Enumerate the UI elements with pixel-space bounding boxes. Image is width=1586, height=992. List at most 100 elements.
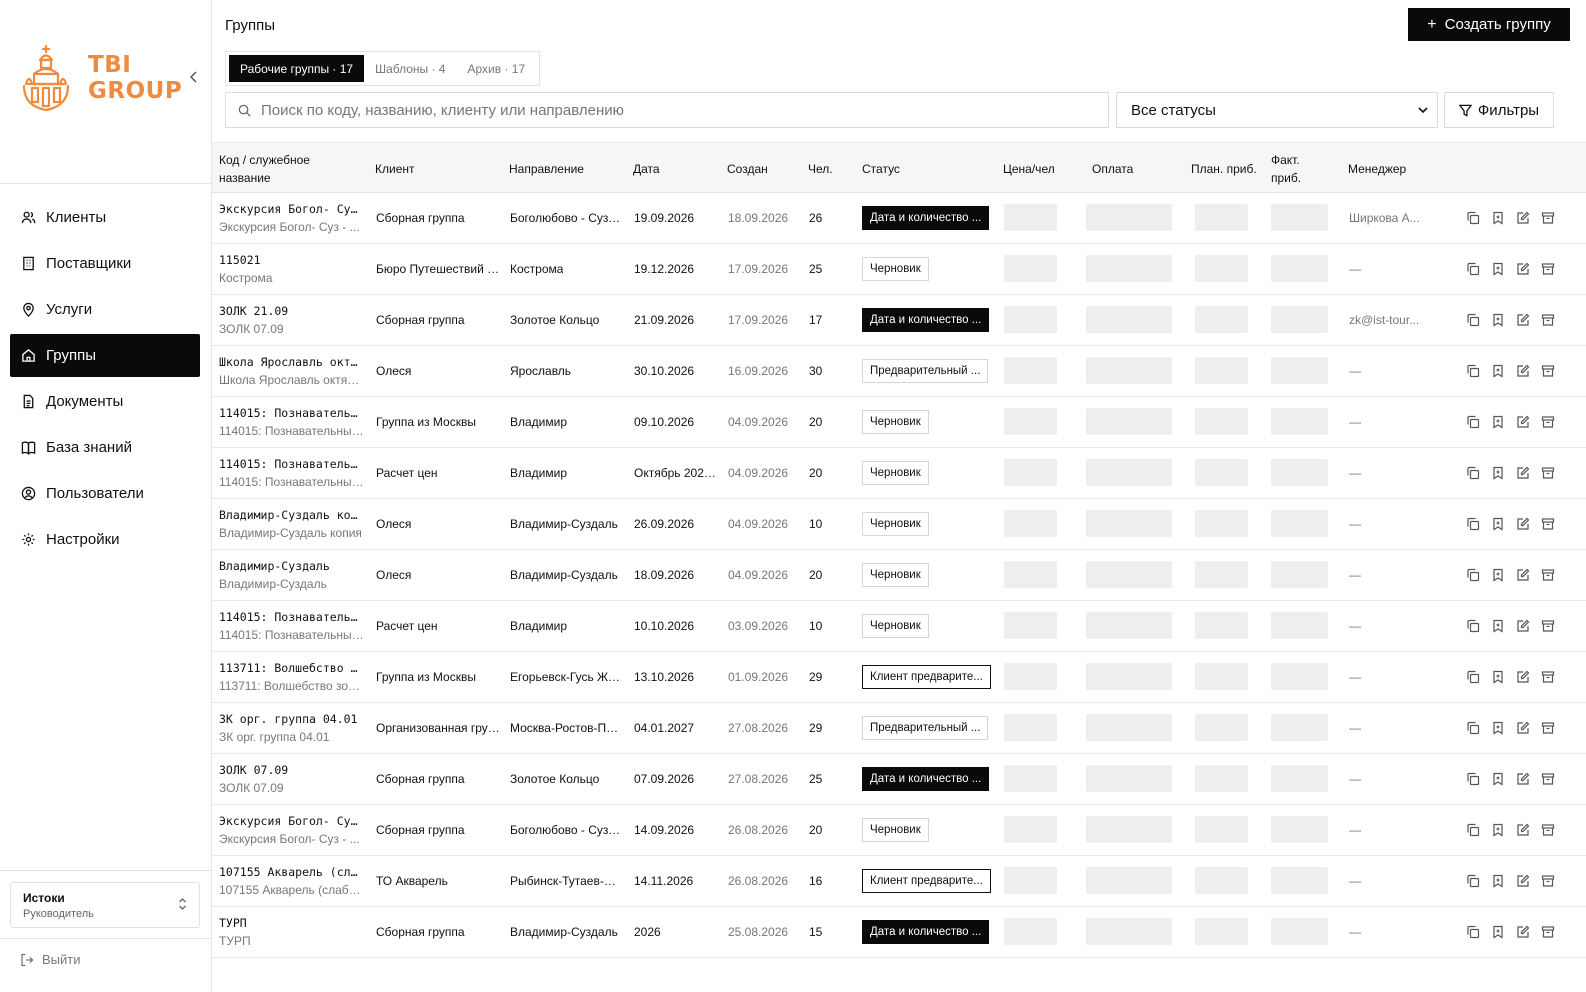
sidebar-item-suppliers[interactable]: Поставщики: [10, 242, 200, 285]
status-filter-select[interactable]: Все статусы: [1116, 92, 1438, 128]
archive-icon[interactable]: [1541, 262, 1555, 276]
copy-icon[interactable]: [1466, 517, 1480, 531]
copy-icon[interactable]: [1466, 823, 1480, 837]
sidebar-item-groups[interactable]: Группы: [10, 334, 200, 377]
status-badge[interactable]: Клиент предварите...: [862, 665, 991, 689]
save-template-icon[interactable]: [1491, 466, 1505, 480]
status-badge[interactable]: Дата и количество ...: [862, 206, 990, 230]
column-header-plan-profit[interactable]: План. приб.: [1191, 143, 1257, 194]
save-template-icon[interactable]: [1491, 670, 1505, 684]
save-template-icon[interactable]: [1491, 772, 1505, 786]
archive-icon[interactable]: [1541, 211, 1555, 225]
sidebar-item-knowledge-base[interactable]: База знаний: [10, 426, 200, 469]
save-template-icon[interactable]: [1491, 925, 1505, 939]
column-header-date[interactable]: Дата: [633, 143, 660, 194]
table-row[interactable]: ЗК орг. группа 04.01 ЗК орг. группа 04.0…: [212, 703, 1586, 754]
table-row[interactable]: ЗОЛК 07.09 ЗОЛК 07.09 Сборная группа Зол…: [212, 754, 1586, 805]
edit-icon[interactable]: [1516, 721, 1530, 735]
edit-icon[interactable]: [1516, 925, 1530, 939]
status-badge[interactable]: Клиент предварите...: [862, 869, 991, 893]
copy-icon[interactable]: [1466, 772, 1480, 786]
save-template-icon[interactable]: [1491, 211, 1505, 225]
status-badge[interactable]: Черновик: [862, 512, 929, 536]
save-template-icon[interactable]: [1491, 262, 1505, 276]
table-row[interactable]: 114015: Познавательн... 114015: Познават…: [212, 448, 1586, 499]
save-template-icon[interactable]: [1491, 568, 1505, 582]
table-row[interactable]: 113711: Волшебство з... 113711: Волшебст…: [212, 652, 1586, 703]
sidebar-item-users[interactable]: Пользователи: [10, 472, 200, 515]
tab-archive[interactable]: Архив · 17: [456, 55, 536, 82]
column-header-price[interactable]: Цена/чел: [1003, 143, 1055, 194]
copy-icon[interactable]: [1466, 262, 1480, 276]
column-header-people[interactable]: Чел.: [808, 143, 833, 194]
sidebar-item-clients[interactable]: Клиенты: [10, 196, 200, 239]
sidebar-item-services[interactable]: Услуги: [10, 288, 200, 331]
status-badge[interactable]: Черновик: [862, 563, 929, 587]
copy-icon[interactable]: [1466, 925, 1480, 939]
archive-icon[interactable]: [1541, 415, 1555, 429]
table-row[interactable]: Экскурсия Богол- Суз... Экскурсия Богол-…: [212, 805, 1586, 856]
status-badge[interactable]: Дата и количество ...: [862, 920, 990, 944]
save-template-icon[interactable]: [1491, 874, 1505, 888]
copy-icon[interactable]: [1466, 568, 1480, 582]
filters-button[interactable]: Фильтры: [1444, 92, 1554, 128]
edit-icon[interactable]: [1516, 415, 1530, 429]
column-header-status[interactable]: Статус: [862, 143, 900, 194]
sidebar-item-documents[interactable]: Документы: [10, 380, 200, 423]
create-group-button[interactable]: + Создать группу: [1408, 8, 1570, 41]
table-row[interactable]: Владимир-Суздаль коп... Владимир-Суздаль…: [212, 499, 1586, 550]
table-row[interactable]: ТУРП ТУРП Сборная группа Владимир-Суздал…: [212, 907, 1586, 958]
column-header-payment[interactable]: Оплата: [1092, 143, 1133, 194]
copy-icon[interactable]: [1466, 364, 1480, 378]
status-badge[interactable]: Дата и количество ...: [862, 767, 990, 791]
status-badge[interactable]: Дата и количество ...: [862, 308, 990, 332]
save-template-icon[interactable]: [1491, 823, 1505, 837]
edit-icon[interactable]: [1516, 466, 1530, 480]
save-template-icon[interactable]: [1491, 721, 1505, 735]
table-row[interactable]: 115021 Кострома Бюро Путешествий Каз... …: [212, 244, 1586, 295]
table-row[interactable]: Школа Ярославль октя... Школа Ярославль …: [212, 346, 1586, 397]
column-header-client[interactable]: Клиент: [375, 143, 415, 194]
copy-icon[interactable]: [1466, 874, 1480, 888]
sidebar-collapse-button[interactable]: [189, 70, 198, 86]
archive-icon[interactable]: [1541, 313, 1555, 327]
organization-selector[interactable]: Истоки Руководитель: [10, 882, 200, 928]
table-row[interactable]: Экскурсия Богол- Суз... Экскурсия Богол-…: [212, 193, 1586, 244]
tab-working-groups[interactable]: Рабочие группы · 17: [229, 55, 365, 82]
archive-icon[interactable]: [1541, 364, 1555, 378]
edit-icon[interactable]: [1516, 262, 1530, 276]
copy-icon[interactable]: [1466, 313, 1480, 327]
sidebar-item-settings[interactable]: Настройки: [10, 518, 200, 561]
search-input[interactable]: [261, 101, 1101, 119]
status-badge[interactable]: Предварительный ...: [862, 359, 989, 383]
column-header-manager[interactable]: Менеджер: [1348, 143, 1406, 194]
edit-icon[interactable]: [1516, 568, 1530, 582]
copy-icon[interactable]: [1466, 211, 1480, 225]
column-header-created[interactable]: Создан: [727, 143, 768, 194]
column-header-fact-profit[interactable]: Факт. приб.: [1271, 143, 1315, 194]
edit-icon[interactable]: [1516, 670, 1530, 684]
archive-icon[interactable]: [1541, 772, 1555, 786]
status-badge[interactable]: Черновик: [862, 818, 929, 842]
table-row[interactable]: 114015: Познавательн... 114015: Познават…: [212, 397, 1586, 448]
table-row[interactable]: Владимир-Суздаль Владимир-Суздаль Олеся …: [212, 550, 1586, 601]
archive-icon[interactable]: [1541, 670, 1555, 684]
edit-icon[interactable]: [1516, 211, 1530, 225]
edit-icon[interactable]: [1516, 517, 1530, 531]
save-template-icon[interactable]: [1491, 517, 1505, 531]
save-template-icon[interactable]: [1491, 619, 1505, 633]
archive-icon[interactable]: [1541, 925, 1555, 939]
save-template-icon[interactable]: [1491, 364, 1505, 378]
archive-icon[interactable]: [1541, 619, 1555, 633]
column-header-direction[interactable]: Направление: [509, 143, 584, 194]
table-row[interactable]: 114015: Познавательн... 114015: Познават…: [212, 601, 1586, 652]
copy-icon[interactable]: [1466, 619, 1480, 633]
archive-icon[interactable]: [1541, 568, 1555, 582]
save-template-icon[interactable]: [1491, 313, 1505, 327]
edit-icon[interactable]: [1516, 823, 1530, 837]
edit-icon[interactable]: [1516, 772, 1530, 786]
logout-button[interactable]: Выйти: [20, 952, 81, 967]
edit-icon[interactable]: [1516, 619, 1530, 633]
archive-icon[interactable]: [1541, 466, 1555, 480]
archive-icon[interactable]: [1541, 874, 1555, 888]
